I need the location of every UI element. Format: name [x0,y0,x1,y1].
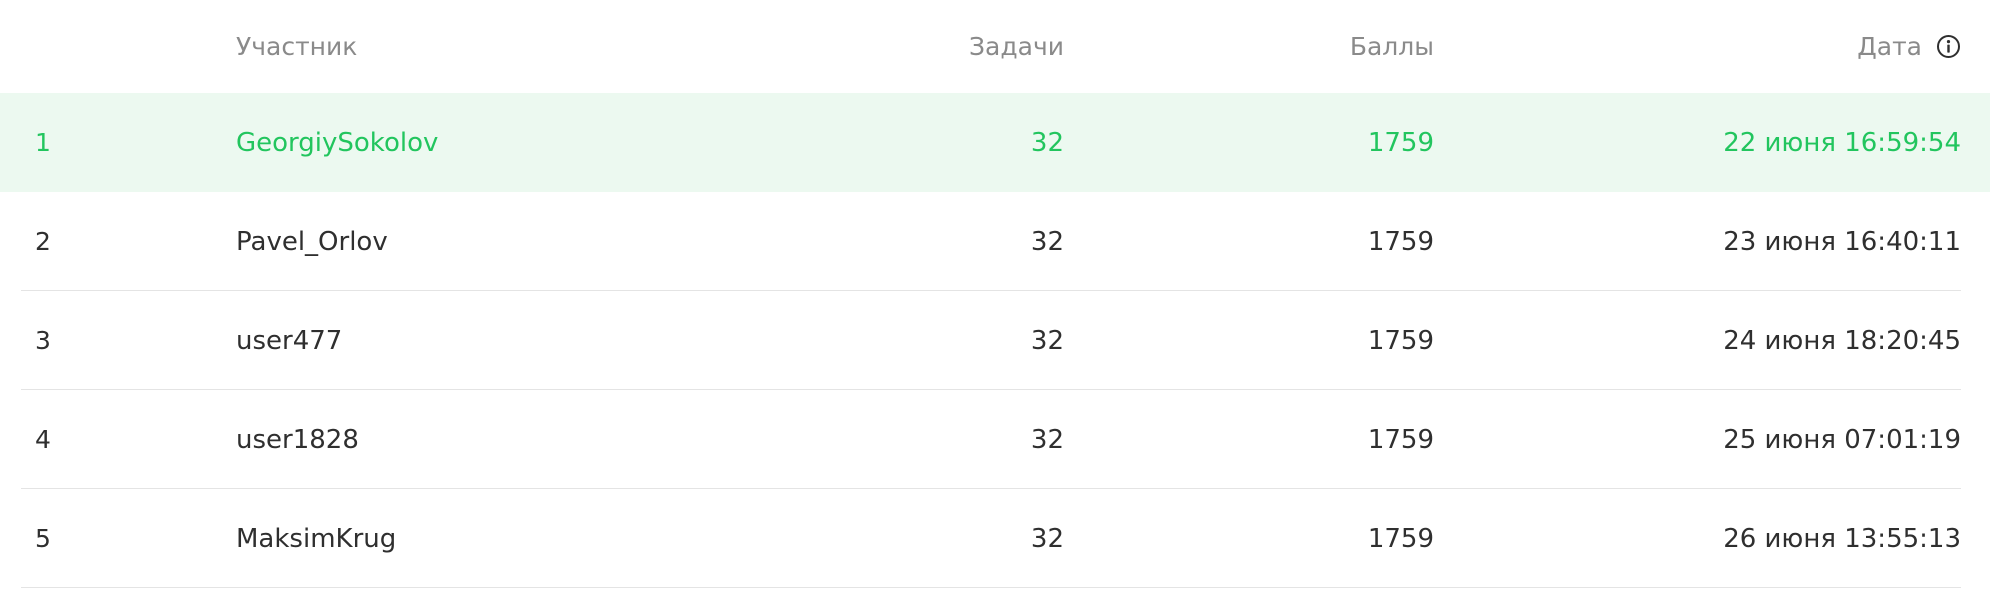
participant-name[interactable]: GeorgiySokolov [236,93,438,192]
table-row[interactable]: 2 Pavel_Orlov 32 1759 23 июня 16:40:11 [0,192,1990,291]
column-header-participant: Участник [236,32,358,61]
tasks-cell: 32 [1030,127,1064,158]
date-cell: 26 июня 13:55:13 [1723,523,1961,554]
column-header-tasks: Задачи [969,32,1064,61]
date-cell: 24 июня 18:20:45 [1723,325,1961,356]
rank-cell: 2 [35,227,51,256]
column-header-date-label: Дата [1857,32,1922,61]
score-cell: 1759 [1367,325,1434,356]
date-cell: 22 июня 16:59:54 [1723,127,1961,158]
table-row[interactable]: 5 MaksimKrug 32 1759 26 июня 13:55:13 [0,489,1990,588]
table-header: Участник Задачи Баллы Дата [0,0,1990,93]
tasks-cell: 32 [1030,523,1064,554]
rank-cell: 1 [35,128,51,157]
score-cell: 1759 [1367,226,1434,257]
column-header-date: Дата [1857,0,1961,93]
rank-cell: 5 [35,524,51,553]
participant-name[interactable]: Pavel_Orlov [236,192,388,291]
score-cell: 1759 [1367,523,1434,554]
column-header-score: Баллы [1349,32,1434,61]
date-cell: 25 июня 07:01:19 [1723,424,1961,455]
date-cell: 23 июня 16:40:11 [1723,226,1961,257]
tasks-cell: 32 [1030,424,1064,455]
score-cell: 1759 [1367,424,1434,455]
score-cell: 1759 [1367,127,1434,158]
tasks-cell: 32 [1030,325,1064,356]
participant-name[interactable]: MaksimKrug [236,489,396,588]
rank-cell: 3 [35,326,51,355]
rank-cell: 4 [35,425,51,454]
info-icon[interactable] [1936,34,1961,59]
leaderboard-table: Участник Задачи Баллы Дата 1 GeorgiySoko… [0,0,1990,588]
participant-name[interactable]: user1828 [236,390,359,489]
table-row-current-user[interactable]: 1 GeorgiySokolov 32 1759 22 июня 16:59:5… [0,93,1990,192]
table-row[interactable]: 4 user1828 32 1759 25 июня 07:01:19 [0,390,1990,489]
tasks-cell: 32 [1030,226,1064,257]
row-divider [21,587,1961,588]
participant-name[interactable]: user477 [236,291,342,390]
table-row[interactable]: 3 user477 32 1759 24 июня 18:20:45 [0,291,1990,390]
